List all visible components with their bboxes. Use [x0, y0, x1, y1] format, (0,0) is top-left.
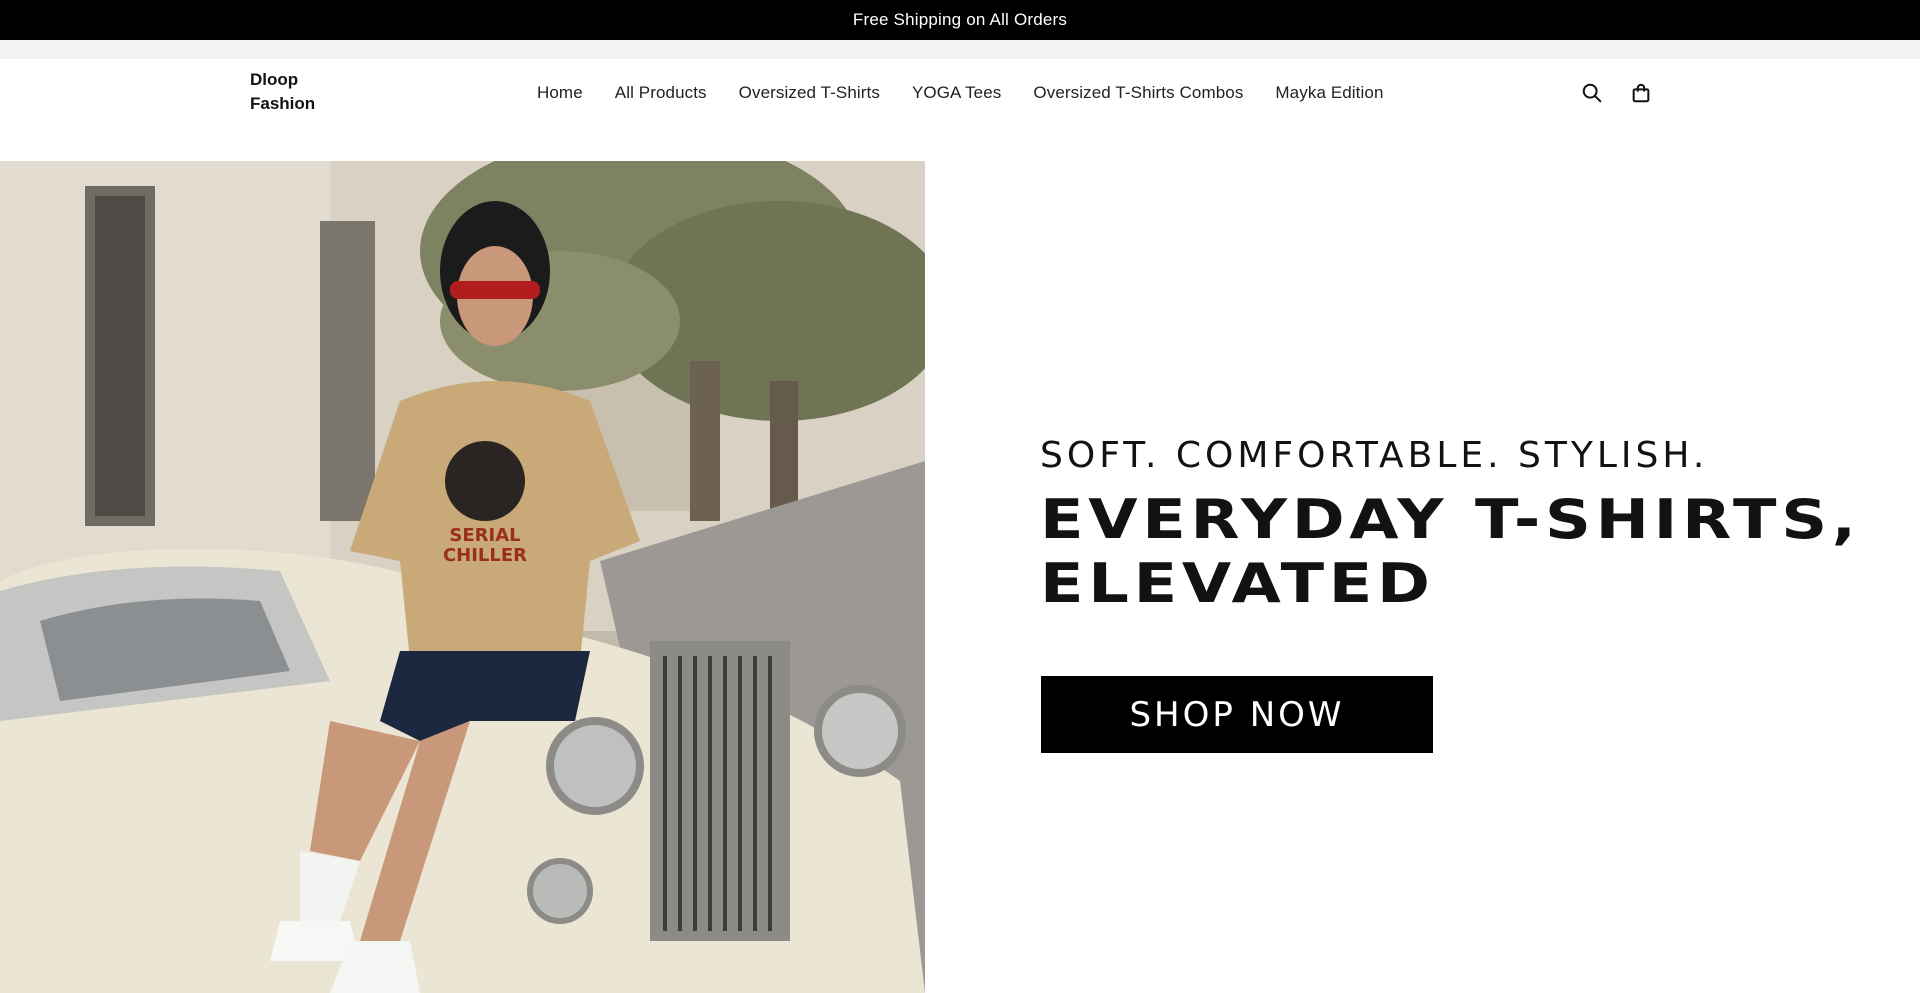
shop-now-button[interactable]: SHOP NOW — [1041, 676, 1433, 753]
logo-line-1: Dloop — [250, 70, 299, 89]
header-divider-strip — [0, 40, 1920, 59]
announcement-text: Free Shipping on All Orders — [852, 10, 1068, 29]
site-header: Dloop Fashion Home All Products Oversize… — [0, 59, 1920, 161]
nav-item-oversized-t-shirts[interactable]: Oversized T-Shirts — [739, 83, 880, 103]
model-with-vintage-car-photo: SERIAL CHILLER — [0, 161, 925, 993]
hero-title-line-1: EVERYDAY T-SHIRTS, — [1040, 488, 1861, 551]
hero-title-line-2: ELEVATED — [1040, 552, 1435, 615]
hero-title: EVERYDAY T-SHIRTS, ELEVATED — [1040, 488, 1920, 616]
nav-item-mayka-edition[interactable]: Mayka Edition — [1275, 83, 1383, 103]
main-navigation: Home All Products Oversized T-Shirts YOG… — [537, 81, 1384, 105]
hero-subtitle: SOFT. COMFORTABLE. STYLISH. — [1040, 435, 1709, 476]
shopping-bag-icon — [1632, 83, 1650, 103]
svg-text:SERIAL: SERIAL — [449, 525, 520, 546]
nav-item-oversized-combos[interactable]: Oversized T-Shirts Combos — [1033, 83, 1243, 103]
nav-item-yoga-tees[interactable]: YOGA Tees — [912, 83, 1001, 103]
search-icon — [1582, 83, 1602, 103]
hero-text-block: SOFT. COMFORTABLE. STYLISH. EVERYDAY T-S… — [1040, 435, 1890, 616]
hero-image: SERIAL CHILLER — [0, 161, 925, 993]
store-logo[interactable]: Dloop Fashion — [250, 68, 350, 116]
svg-text:CHILLER: CHILLER — [443, 545, 527, 566]
nav-item-all-products[interactable]: All Products — [615, 83, 707, 103]
logo-line-2: Fashion — [250, 94, 316, 113]
nav-item-home[interactable]: Home — [537, 83, 583, 103]
announcement-bar: Free Shipping on All Orders — [0, 0, 1920, 40]
search-button[interactable] — [1579, 80, 1605, 106]
cart-button[interactable] — [1628, 80, 1654, 106]
